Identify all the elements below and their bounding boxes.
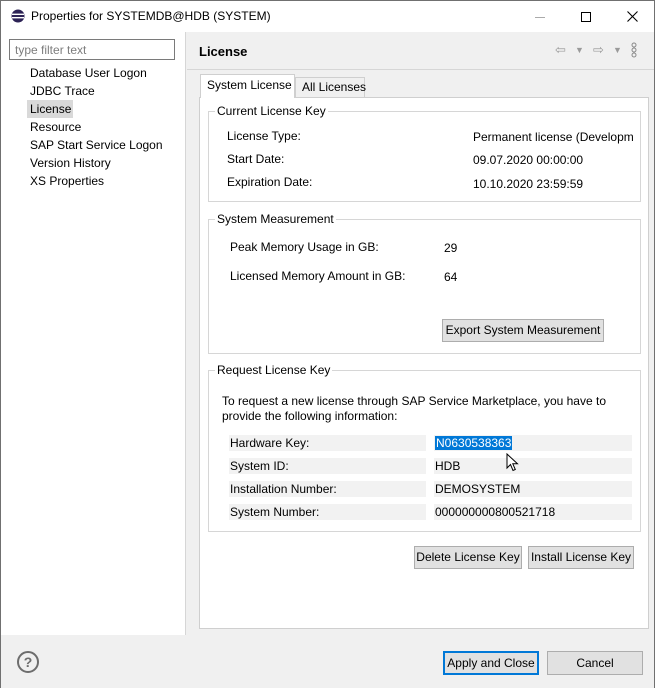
current-license-group: Current License Key License Type: Perman…: [208, 103, 641, 202]
system-id-row: System ID: HDB: [229, 458, 632, 474]
install-license-key-button[interactable]: Install License Key: [528, 546, 634, 569]
system-number-row: System Number: 000000000800521718: [229, 504, 632, 520]
dialog-button-bar: ? Apply and Close Cancel: [1, 635, 654, 688]
installation-number-value[interactable]: DEMOSYSTEM: [434, 481, 632, 497]
hardware-key-field[interactable]: N0630538363: [434, 435, 632, 451]
title-bar: Properties for SYSTEMDB@HDB (SYSTEM): [1, 1, 654, 32]
title-separator: [187, 69, 654, 70]
tab-system-license[interactable]: System License: [200, 74, 295, 98]
start-date-value: 09.07.2020 00:00:00: [473, 153, 584, 167]
system-license-panel: Current License Key License Type: Perman…: [199, 97, 649, 629]
minimize-icon: [535, 16, 545, 18]
tab-all-licenses[interactable]: All Licenses: [295, 77, 366, 97]
view-menu-icon[interactable]: [631, 42, 637, 61]
back-arrow-icon[interactable]: ⇦: [555, 42, 566, 58]
system-id-value[interactable]: HDB: [434, 458, 632, 474]
system-id-label: System ID:: [229, 458, 426, 474]
delete-license-key-button[interactable]: Delete License Key: [414, 546, 522, 569]
system-number-label: System Number:: [229, 504, 426, 520]
licensed-memory-label: Licensed Memory Amount in GB:: [230, 269, 406, 283]
minimize-button[interactable]: [517, 1, 563, 32]
cancel-button[interactable]: Cancel: [547, 651, 643, 675]
peak-memory-label: Peak Memory Usage in GB:: [230, 240, 379, 254]
sidebar-item-sap-start-service-logon[interactable]: SAP Start Service Logon: [27, 136, 182, 154]
installation-number-row: Installation Number: DEMOSYSTEM: [229, 481, 632, 497]
window-title: Properties for SYSTEMDB@HDB (SYSTEM): [31, 9, 271, 23]
hardware-key-label: Hardware Key:: [229, 435, 426, 451]
sidebar-item-jdbc-trace[interactable]: JDBC Trace: [27, 82, 182, 100]
system-measurement-group: System Measurement Peak Memory Usage in …: [208, 211, 641, 354]
hardware-key-value[interactable]: N0630538363: [435, 436, 513, 450]
system-measurement-title: System Measurement: [215, 211, 336, 227]
export-system-measurement-button[interactable]: Export System Measurement: [442, 319, 604, 342]
request-instruction-line1: To request a new license through SAP Ser…: [222, 394, 606, 408]
maximize-icon: [581, 11, 591, 22]
start-date-label: Start Date:: [227, 152, 285, 166]
help-icon[interactable]: ?: [17, 651, 39, 673]
request-license-title: Request License Key: [215, 362, 333, 378]
close-button[interactable]: [609, 1, 655, 32]
current-license-title: Current License Key: [215, 103, 328, 119]
back-menu-chevron-down-icon[interactable]: ▼: [575, 45, 584, 55]
property-page: License ⇦ ▼ ⇨ ▼ System License All Licen…: [187, 32, 654, 635]
sidebar-item-resource[interactable]: Resource: [27, 118, 182, 136]
sidebar-item-license[interactable]: License: [27, 100, 73, 118]
sidebar: Database User Logon JDBC Trace License R…: [1, 32, 186, 635]
apply-and-close-button[interactable]: Apply and Close: [443, 651, 539, 675]
license-type-value: Permanent license (Developm: [473, 130, 634, 144]
page-navigation: ⇦ ▼ ⇨ ▼: [555, 42, 645, 60]
installation-number-label: Installation Number:: [229, 481, 426, 497]
forward-arrow-icon[interactable]: ⇨: [593, 42, 604, 58]
licensed-memory-value: 64: [444, 270, 458, 284]
filter-input[interactable]: [9, 39, 175, 60]
sidebar-item-xs-properties[interactable]: XS Properties: [27, 172, 182, 190]
system-number-value[interactable]: 000000000800521718: [434, 504, 632, 520]
license-type-label: License Type:: [227, 129, 301, 143]
expiration-date-value: 10.10.2020 23:59:59: [473, 177, 584, 191]
properties-dialog: Properties for SYSTEMDB@HDB (SYSTEM) Dat…: [0, 0, 655, 688]
expiration-date-label: Expiration Date:: [227, 175, 313, 189]
text-cursor-pointer-icon: [506, 453, 519, 472]
sidebar-item-version-history[interactable]: Version History: [27, 154, 182, 172]
forward-menu-chevron-down-icon[interactable]: ▼: [613, 45, 622, 55]
eclipse-app-icon: [11, 9, 25, 23]
sidebar-item-database-user-logon[interactable]: Database User Logon: [27, 64, 182, 82]
property-page-tree: Database User Logon JDBC Trace License R…: [27, 64, 182, 190]
request-license-group: Request License Key To request a new lic…: [208, 362, 641, 532]
maximize-button[interactable]: [563, 1, 609, 32]
close-icon: [626, 11, 638, 22]
request-instruction-line2: provide the following information:: [222, 409, 398, 423]
hardware-key-row: Hardware Key: N0630538363: [229, 435, 632, 451]
peak-memory-value: 29: [444, 241, 458, 255]
page-title: License: [199, 44, 248, 59]
